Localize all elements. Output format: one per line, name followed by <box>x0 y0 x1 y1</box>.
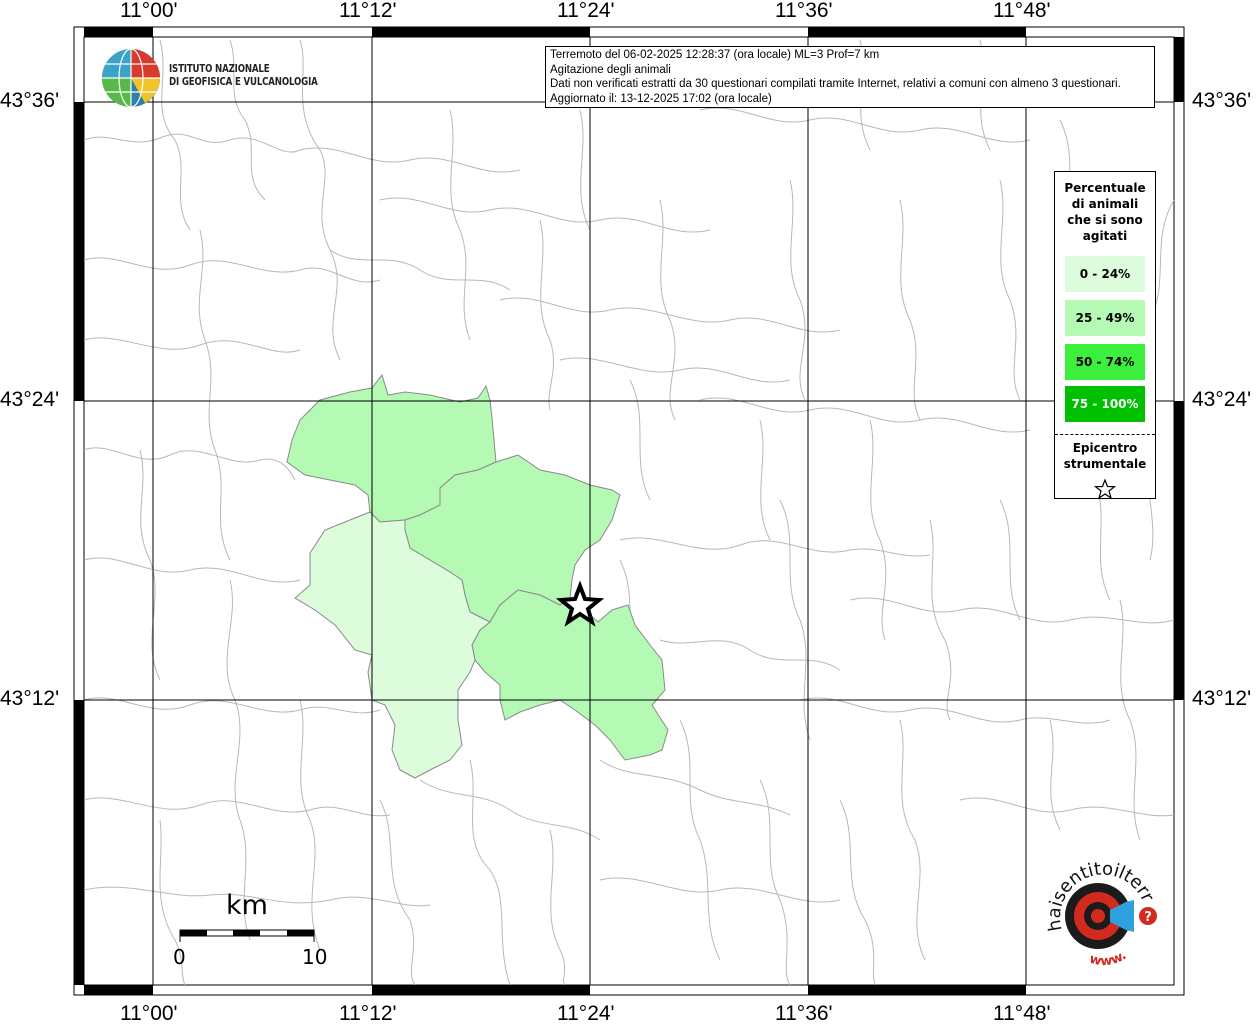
event-info-line: Terremoto del 06-02-2025 12:28:37 (ora l… <box>550 49 880 61</box>
svg-text:?: ? <box>1144 910 1152 925</box>
right-lat-label: 43°36' <box>1192 89 1252 112</box>
left-lat-label: 43°24' <box>0 388 60 411</box>
legend: Percentuale di animali che si sono agita… <box>1054 171 1156 500</box>
bottom-lon-label: 11°36' <box>775 1002 833 1025</box>
legend-star-icon <box>1094 478 1116 500</box>
bottom-lon-label: 11°48' <box>993 1002 1051 1025</box>
bottom-lon-label: 11°00' <box>120 1002 178 1025</box>
event-info-line: Agitazione degli animali <box>550 63 671 76</box>
top-lon-label: 11°00' <box>120 0 178 22</box>
legend-title-line: Percentuale <box>1064 181 1146 195</box>
event-info-box: Terremoto del 06-02-2025 12:28:37 (ora l… <box>545 46 1155 108</box>
legend-title-line: agitati <box>1082 229 1128 243</box>
event-info-line: Aggiornato il: 13-12-2025 17:02 (ora loc… <box>550 92 772 105</box>
right-lat-label: 43°12' <box>1192 687 1252 710</box>
ingv-logo-line1: ISTITUTO NAZIONALE <box>169 63 270 75</box>
top-lon-label: 11°48' <box>993 0 1051 22</box>
legend-title-line: che si sono <box>1067 213 1143 227</box>
legend-swatch-75-100: 75 - 100% <box>1065 386 1145 422</box>
legend-epicenter-label: Epicentro strumentale <box>1055 440 1155 472</box>
bottom-lon-label: 11°12' <box>339 1002 397 1025</box>
bottom-lon-label: 11°24' <box>557 1002 615 1025</box>
map-canvas[interactable]: ? haisentitoilterremoto.it www. <box>0 0 1257 1024</box>
top-lon-label: 11°24' <box>557 0 615 22</box>
legend-swatch-0-24: 0 - 24% <box>1065 256 1145 292</box>
right-lat-label: 43°24' <box>1192 388 1252 411</box>
ingv-logo-line2: DI GEOFISICA E VULCANOLOGIA <box>169 76 318 88</box>
ingv-logo-text: ISTITUTO NAZIONALE DI GEOFISICA E VULCAN… <box>169 63 318 89</box>
legend-swatch-50-74: 50 - 74% <box>1065 344 1145 380</box>
legend-swatch-25-49: 25 - 49% <box>1065 300 1145 336</box>
event-info-line: Dati non verificati estratti da 30 quest… <box>550 78 1121 91</box>
top-lon-label: 11°36' <box>775 0 833 22</box>
top-lon-label: 11°12' <box>339 0 397 22</box>
legend-title-line: di animali <box>1071 197 1139 211</box>
left-lat-label: 43°36' <box>0 89 60 112</box>
legend-separator <box>1055 434 1155 435</box>
legend-epicenter-line: Epicentro <box>1072 441 1138 455</box>
scale-min-label: 0 <box>173 945 186 969</box>
scale-unit-label: km <box>226 890 268 921</box>
scale-max-label: 10 <box>302 945 328 969</box>
legend-epicenter-line: strumentale <box>1063 457 1147 471</box>
left-lat-label: 43°12' <box>0 687 60 710</box>
legend-title: Percentuale di animali che si sono agita… <box>1055 180 1155 244</box>
ingv-globe-icon <box>102 48 160 108</box>
